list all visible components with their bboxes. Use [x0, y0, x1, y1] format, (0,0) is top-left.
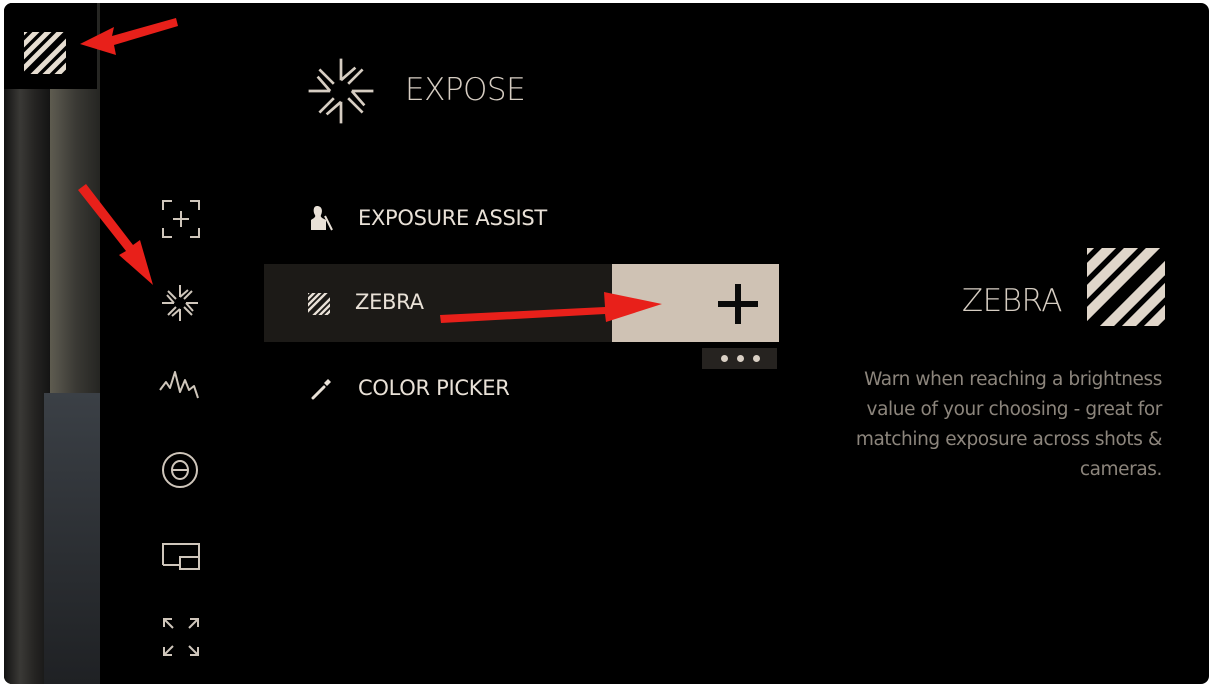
app-frame — [4, 3, 1209, 684]
zebra-stripes-icon — [1087, 248, 1165, 326]
add-zebra-button[interactable] — [612, 264, 779, 342]
sidebar-item-fullscreen[interactable] — [160, 615, 202, 659]
more-options-button[interactable] — [702, 348, 777, 369]
page-title: EXPOSE — [405, 72, 526, 108]
sidebar-item-focus-assist[interactable] — [160, 198, 202, 240]
sidebar-item-picture-in-picture[interactable] — [160, 540, 202, 572]
zebra-toggle-button[interactable] — [24, 32, 66, 74]
more-dots-icon — [753, 355, 760, 362]
sidebar-item-waveform[interactable] — [158, 368, 202, 402]
expand-icon — [163, 618, 199, 656]
menu-item-color-picker[interactable]: COLOR PICKER — [300, 366, 560, 408]
detail-title: ZEBRA — [961, 283, 1063, 319]
camera-preview — [4, 3, 100, 684]
pip-icon — [162, 543, 200, 570]
menu-item-label: ZEBRA — [355, 290, 424, 314]
more-dots-icon — [737, 355, 744, 362]
expose-header-icon — [305, 55, 377, 127]
person-silhouette-icon — [311, 206, 333, 231]
circle-minus-icon — [162, 452, 198, 488]
plus-icon — [718, 284, 758, 324]
more-dots-icon — [721, 355, 728, 362]
menu-item-label: COLOR PICKER — [358, 376, 510, 400]
eyedropper-icon — [311, 379, 331, 400]
detail-zebra-icon — [1087, 248, 1165, 326]
aperture-icon — [162, 285, 198, 321]
focus-frame-icon — [162, 200, 200, 238]
detail-description: Warn when reaching a brightness value of… — [855, 369, 1163, 480]
menu-item-label: EXPOSURE ASSIST — [358, 206, 547, 230]
menu-item-exposure-assist[interactable]: EXPOSURE ASSIST — [300, 198, 560, 240]
sidebar-item-exposure-compensation[interactable] — [160, 450, 200, 490]
aperture-icon — [308, 58, 374, 124]
zebra-stripes-icon — [308, 293, 330, 315]
preview-water — [44, 393, 100, 684]
zebra-stripes-icon — [24, 32, 66, 74]
waveform-icon — [159, 371, 199, 399]
menu-item-zebra[interactable]: ZEBRA — [264, 264, 612, 342]
sidebar-item-expose[interactable] — [160, 283, 200, 323]
